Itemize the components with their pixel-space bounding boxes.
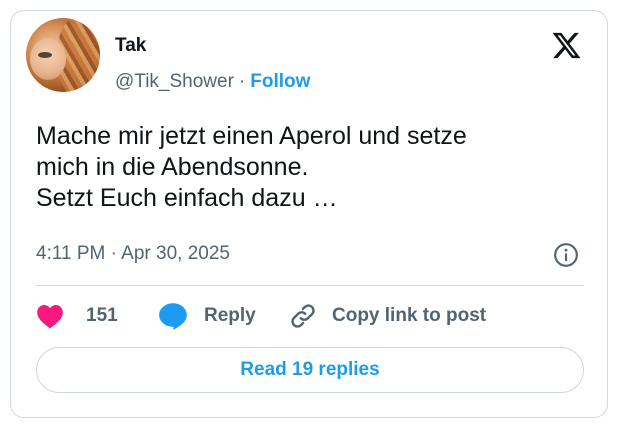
- tweet-line: mich in die Abendsonne.: [36, 153, 309, 181]
- tweet-timestamp[interactable]: 4:11 PM · Apr 30, 2025: [36, 242, 230, 266]
- author-handle[interactable]: @Tik_Shower: [115, 71, 234, 92]
- author-handle-row: @Tik_Shower · Follow: [115, 70, 310, 94]
- info-icon[interactable]: [553, 242, 579, 268]
- read-replies-button[interactable]: Read 19 replies: [36, 347, 584, 393]
- tweet-line: Mache mir jetzt einen Aperol und setze: [36, 122, 467, 150]
- author-name[interactable]: Tak: [115, 35, 146, 57]
- reply-button[interactable]: Reply: [158, 300, 256, 332]
- handle-separator: ·: [238, 71, 246, 92]
- divider: [36, 285, 584, 286]
- avatar[interactable]: [26, 18, 100, 92]
- copy-link-label: Copy link to post: [332, 305, 487, 326]
- tweet-line: Setzt Euch einfach dazu …: [36, 184, 338, 212]
- speech-bubble-icon: [159, 303, 187, 330]
- copy-link-button[interactable]: Copy link to post: [288, 300, 486, 332]
- heart-icon: [37, 305, 63, 329]
- like-button[interactable]: 151: [36, 300, 118, 332]
- x-logo-icon[interactable]: [551, 30, 582, 61]
- tweet-text: Mache mir jetzt einen Aperol und setze m…: [36, 121, 576, 214]
- reply-label: Reply: [204, 305, 256, 326]
- like-count: 151: [86, 305, 118, 326]
- link-icon: [291, 304, 315, 328]
- follow-link[interactable]: Follow: [250, 71, 310, 92]
